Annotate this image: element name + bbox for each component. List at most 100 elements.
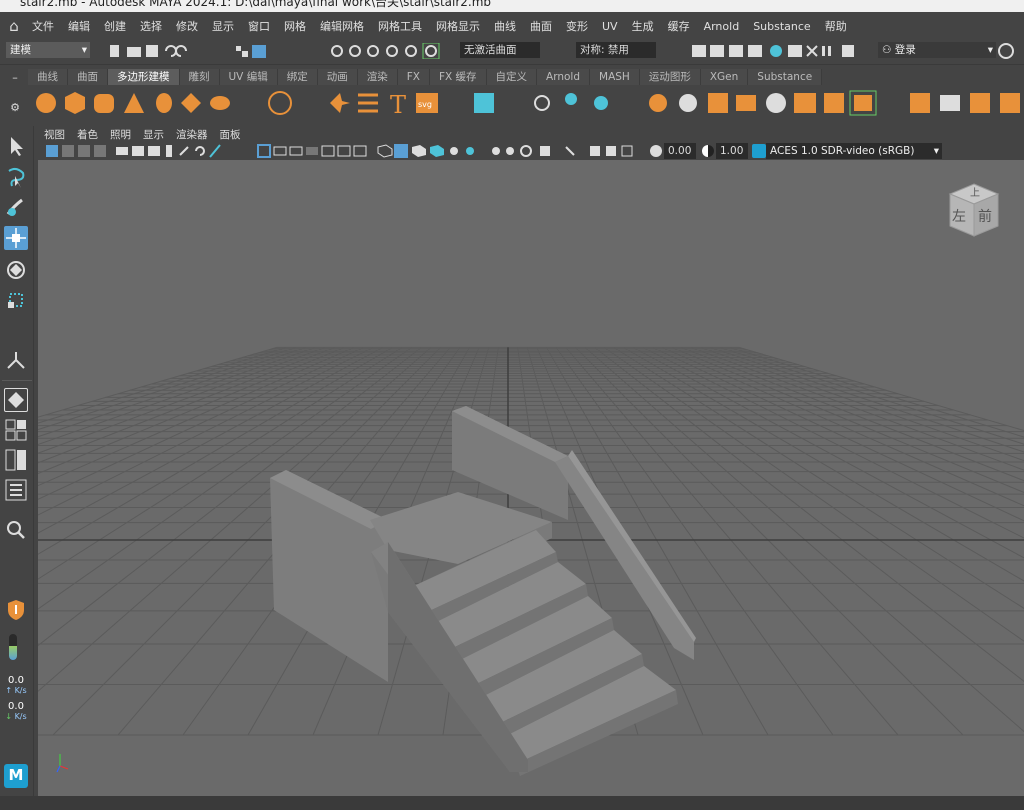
panel-toolbar-icons[interactable] [42, 143, 642, 159]
move-tool-icon[interactable] [4, 226, 28, 250]
tab-fx-caching[interactable]: FX 缓存 [429, 69, 487, 85]
multi-cut-icon[interactable] [794, 93, 816, 113]
bridge-icon[interactable] [679, 94, 697, 112]
search-icon[interactable] [4, 518, 28, 542]
tab-arnold[interactable]: Arnold [537, 69, 591, 85]
poly-platonic-icon[interactable] [181, 93, 201, 113]
tab-rigging[interactable]: 绑定 [277, 69, 318, 85]
menu-create[interactable]: 创建 [97, 18, 133, 34]
slide-edge-icon[interactable] [940, 95, 960, 111]
live-surface-field[interactable]: 无激活曲面 [460, 42, 540, 58]
tab-xgen[interactable]: XGen [700, 69, 749, 85]
shield-icon[interactable] [4, 598, 28, 622]
tab-mash[interactable]: MASH [590, 69, 640, 85]
tab-fx[interactable]: FX [397, 69, 430, 85]
boolean-icon[interactable] [649, 94, 667, 112]
menu-cache[interactable]: 缓存 [661, 18, 697, 34]
gamma-field[interactable]: 1.00 [716, 143, 748, 159]
tab-curves[interactable]: 曲线 [28, 69, 68, 85]
viewport-3d[interactable]: 上 左 前 [38, 160, 1024, 796]
panel-menu-shading[interactable]: 着色 [71, 127, 104, 142]
menu-display[interactable]: 显示 [205, 18, 241, 34]
fill-hole-icon[interactable] [766, 93, 786, 113]
tab-surfaces[interactable]: 曲面 [68, 69, 108, 85]
type-text-icon[interactable]: T [390, 91, 406, 119]
panel-menu-view[interactable]: 视图 [38, 127, 71, 142]
exposure-icon[interactable] [650, 145, 662, 157]
menu-substance[interactable]: Substance [746, 20, 818, 33]
render-icons[interactable] [690, 43, 860, 59]
viewcube-front-label[interactable]: 前 [978, 206, 992, 226]
rotate-tool-icon[interactable] [4, 258, 28, 282]
poly-torus-icon[interactable] [156, 93, 172, 113]
panel-menu-lighting[interactable]: 照明 [104, 127, 137, 142]
menu-file[interactable]: 文件 [25, 18, 61, 34]
panel-menu-panels[interactable]: 面板 [214, 127, 247, 142]
offset-loop-icon[interactable] [1000, 93, 1020, 113]
lasso-tool-icon[interactable] [4, 166, 28, 190]
sweep-mesh-icon[interactable] [330, 93, 350, 113]
quad-draw-icon[interactable] [910, 93, 930, 113]
menu-mesh-display[interactable]: 网格显示 [429, 18, 487, 34]
menu-surfaces[interactable]: 曲面 [523, 18, 559, 34]
four-pane-icon[interactable] [4, 418, 28, 442]
color-management-icon[interactable] [752, 144, 766, 158]
viewport-canvas[interactable] [38, 160, 1024, 796]
single-pane-icon[interactable] [4, 388, 28, 412]
tab-animation[interactable]: 动画 [317, 69, 358, 85]
file-tools-icons[interactable] [96, 43, 276, 59]
tab-sculpting[interactable]: 雕刻 [179, 69, 220, 85]
tab-uv-editing[interactable]: UV 编辑 [219, 69, 278, 85]
menu-edit[interactable]: 编辑 [61, 18, 97, 34]
menu-select[interactable]: 选择 [133, 18, 169, 34]
poly-cube-icon[interactable] [65, 92, 85, 114]
menu-mesh-tools[interactable]: 网格工具 [371, 18, 429, 34]
shelf-gear-icon[interactable]: ⚙ [8, 101, 22, 115]
menu-mesh[interactable]: 网格 [277, 18, 313, 34]
panel-menu-show[interactable]: 显示 [137, 127, 170, 142]
home-icon[interactable]: ⌂ [3, 17, 25, 35]
symmetry-field[interactable]: 对称: 禁用 [576, 42, 656, 58]
poly-cone-icon[interactable] [124, 93, 144, 113]
combine-icon[interactable] [534, 95, 550, 111]
maya-logo[interactable]: M [4, 764, 28, 788]
menu-windows[interactable]: 窗口 [241, 18, 277, 34]
smooth-icon[interactable] [594, 96, 608, 110]
gamma-icon[interactable] [702, 145, 714, 157]
search-help-icon[interactable] [998, 43, 1014, 59]
super-shape-icon[interactable] [268, 91, 292, 115]
two-pane-icon[interactable] [4, 448, 28, 472]
type-helix-icon[interactable] [358, 93, 378, 113]
login-dropdown[interactable]: ⚇ 登录 ▾ [878, 42, 996, 58]
menu-arnold[interactable]: Arnold [697, 20, 747, 33]
menu-deform[interactable]: 变形 [559, 18, 595, 34]
panel-menu-renderer[interactable]: 渲染器 [170, 127, 214, 142]
target-weld-icon[interactable] [824, 93, 844, 113]
view-cube[interactable]: 上 左 前 [946, 182, 1002, 240]
poly-disc-icon[interactable] [210, 96, 230, 110]
tab-substance[interactable]: Substance [748, 69, 823, 85]
menu-uv[interactable]: UV [595, 20, 625, 33]
scale-tool-icon[interactable] [4, 288, 28, 312]
poly-cylinder-icon[interactable] [94, 94, 114, 113]
menu-curves[interactable]: 曲线 [487, 18, 523, 34]
extrude-icon[interactable] [708, 93, 728, 113]
menu-edit-mesh[interactable]: 编辑网格 [313, 18, 371, 34]
separate-icon[interactable] [565, 93, 577, 105]
viewcube-left-label[interactable]: 左 [952, 206, 966, 226]
last-tool-icon[interactable] [4, 348, 28, 372]
poly-sphere-icon[interactable] [36, 93, 56, 113]
paint-select-tool-icon[interactable] [4, 196, 28, 220]
viewcube-top-label[interactable]: 上 [970, 184, 980, 199]
tab-motion-graphics[interactable]: 运动图形 [639, 69, 701, 85]
exposure-field[interactable]: 0.00 [664, 143, 696, 159]
outliner-pane-icon[interactable] [4, 478, 28, 502]
shelf-collapse-icon[interactable]: – [8, 71, 22, 85]
menu-help[interactable]: 帮助 [818, 18, 854, 34]
menuset-dropdown[interactable]: 建模 ▾ [6, 42, 90, 58]
menu-modify[interactable]: 修改 [169, 18, 205, 34]
tab-custom[interactable]: 自定义 [486, 69, 538, 85]
select-tool-icon[interactable] [4, 134, 28, 158]
bevel-icon[interactable] [736, 95, 756, 111]
view-transform-dropdown[interactable]: ACES 1.0 SDR-video (sRGB) ▾ [766, 143, 942, 159]
